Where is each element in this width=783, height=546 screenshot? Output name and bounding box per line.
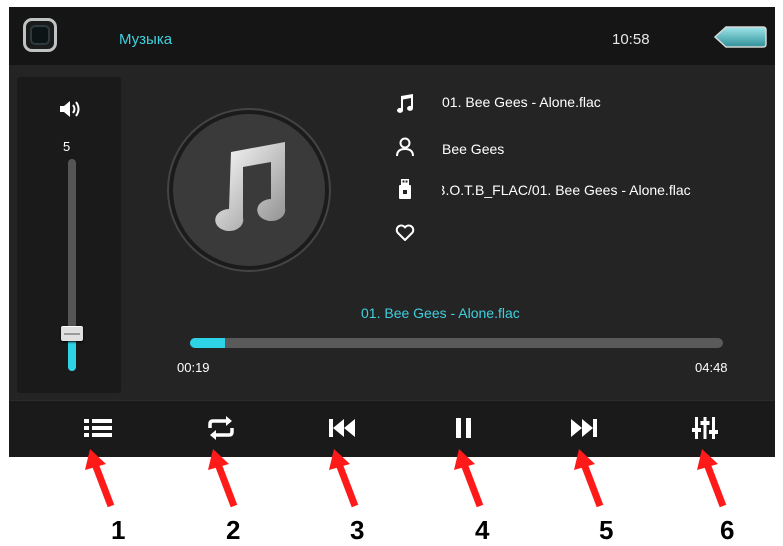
person-icon bbox=[396, 137, 414, 157]
clock: 10:58 bbox=[612, 31, 650, 48]
now-playing-title: 01. Bee Gees - Alone.flac bbox=[361, 305, 520, 321]
callout-arrow-5 bbox=[574, 449, 604, 508]
repeat-icon bbox=[208, 416, 234, 440]
home-icon bbox=[30, 25, 50, 45]
playlist-icon bbox=[84, 419, 112, 437]
callout-label-3: 3 bbox=[350, 515, 365, 545]
callout-arrow-6 bbox=[697, 449, 727, 508]
progress-fill bbox=[190, 338, 225, 348]
callout-label-6: 6 bbox=[720, 515, 735, 545]
volume-value: 5 bbox=[63, 139, 71, 154]
next-track-icon bbox=[571, 419, 597, 437]
head-unit-screen: Музыка 10:58 5 01. Bee Gees - Alone.flac… bbox=[9, 7, 775, 457]
home-button[interactable] bbox=[23, 18, 57, 52]
callout-label-5: 5 bbox=[599, 515, 614, 545]
callout-label-2: 2 bbox=[226, 515, 241, 545]
total-time: 04:48 bbox=[695, 360, 728, 375]
current-time: 00:19 bbox=[177, 360, 210, 375]
album-art bbox=[173, 114, 325, 266]
back-button[interactable] bbox=[714, 26, 767, 48]
callout-arrow-3 bbox=[329, 449, 359, 508]
callout-label-1: 1 bbox=[111, 515, 126, 545]
equalizer-icon bbox=[692, 417, 718, 439]
heart-icon[interactable] bbox=[394, 222, 416, 244]
callout-arrow-1 bbox=[85, 449, 115, 508]
volume-panel: 5 bbox=[17, 77, 121, 393]
progress-bar[interactable] bbox=[190, 338, 723, 348]
previous-track-icon bbox=[329, 419, 355, 437]
volume-slider-thumb[interactable] bbox=[61, 326, 83, 341]
music-note-icon bbox=[397, 94, 414, 113]
callout-arrow-4 bbox=[454, 449, 484, 508]
usb-drive-icon bbox=[399, 179, 411, 199]
pause-icon bbox=[456, 418, 471, 438]
top-bar: Музыка 10:58 bbox=[9, 7, 775, 65]
speaker-icon bbox=[60, 101, 80, 117]
music-note-icon bbox=[215, 142, 286, 231]
track-path: Bee.Gees.B.O.T.B_FLAC/01. Bee Gees - Alo… bbox=[442, 182, 691, 198]
app-title: Музыка bbox=[119, 31, 173, 48]
track-artist: Bee Gees bbox=[442, 141, 505, 157]
callout-arrow-2 bbox=[208, 449, 238, 508]
track-filename: 01. Bee Gees - Alone.flac bbox=[442, 94, 601, 110]
callout-label-4: 4 bbox=[475, 515, 490, 545]
track-path-container: Bee.Gees.B.O.T.B_FLAC/01. Bee Gees - Alo… bbox=[442, 182, 730, 202]
